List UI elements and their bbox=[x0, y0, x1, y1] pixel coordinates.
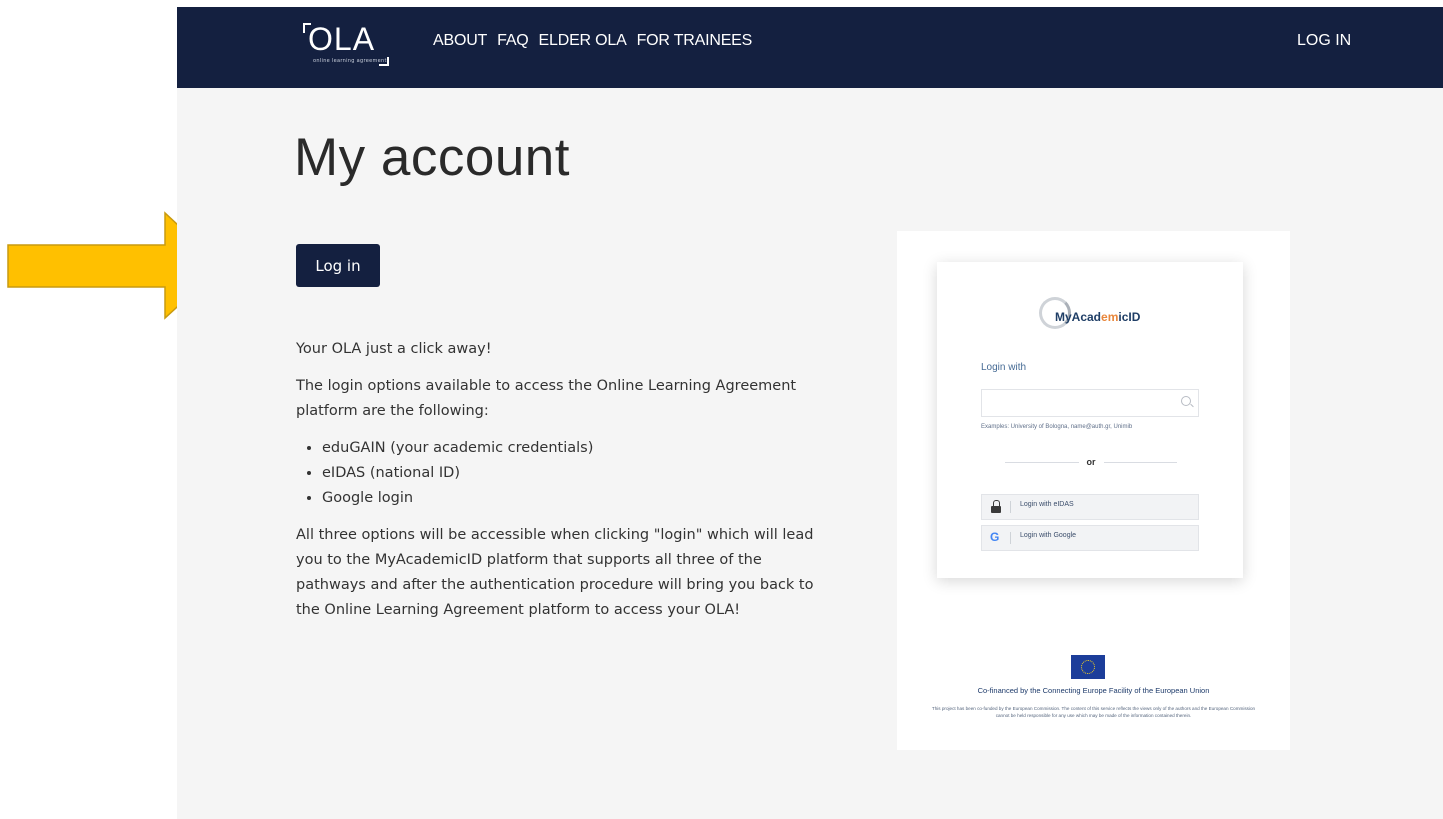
google-label: Login with Google bbox=[1020, 532, 1077, 539]
closing-text: All three options will be accessible whe… bbox=[296, 527, 814, 618]
or-divider: or bbox=[1005, 456, 1177, 468]
brand-accent: em bbox=[1101, 310, 1119, 324]
options-intro-text: The login options available to access th… bbox=[296, 378, 797, 419]
list-item: eIDAS (national ID) bbox=[322, 461, 816, 486]
nav-login-link[interactable]: LOG IN bbox=[1297, 32, 1351, 50]
list-item: Google login bbox=[322, 486, 816, 511]
eidas-label: Login with eIDAS bbox=[1020, 501, 1074, 508]
lock-icon bbox=[990, 500, 1002, 513]
navbar: OLA online learning agreement ABOUT FAQ … bbox=[177, 7, 1443, 88]
logo-text: OLA bbox=[308, 21, 376, 57]
search-examples: Examples: University of Bologna, name@au… bbox=[981, 424, 1133, 430]
divider-line bbox=[1103, 461, 1177, 463]
nav-link-for-trainees[interactable]: FOR TRAINEES bbox=[637, 32, 753, 50]
lock-body bbox=[991, 506, 1001, 513]
disclaimer-text: This project has been co-funded by the E… bbox=[931, 706, 1256, 718]
login-options-list: eduGAIN (your academic credentials) eIDA… bbox=[296, 436, 816, 511]
divider-line bbox=[1005, 461, 1079, 463]
nav-link-about[interactable]: ABOUT bbox=[433, 32, 487, 50]
logo-tagline: online learning agreement bbox=[313, 58, 387, 64]
nav-link-faq[interactable]: FAQ bbox=[497, 32, 529, 50]
brand-prefix: MyAcad bbox=[1055, 310, 1102, 324]
cofinanced-text: Co-financed by the Connecting Europe Fac… bbox=[977, 686, 1210, 695]
search-icon bbox=[1181, 396, 1191, 406]
separator bbox=[1010, 501, 1011, 513]
or-label: or bbox=[1086, 457, 1096, 467]
page-title: My account bbox=[294, 128, 571, 187]
intro-text: Your OLA just a click away! bbox=[296, 341, 492, 357]
login-with-label: Login with bbox=[981, 362, 1027, 373]
eu-stars bbox=[1081, 660, 1095, 674]
myacademicid-wordmark: MyAcademicID bbox=[1055, 310, 1140, 324]
login-card-preview: MyAcademicID Login with Examples: Univer… bbox=[937, 262, 1243, 578]
list-item: eduGAIN (your academic credentials) bbox=[322, 436, 816, 461]
login-google-button-preview: G Login with Google bbox=[981, 525, 1199, 551]
logo-bracket bbox=[379, 57, 389, 66]
login-eidas-button-preview: Login with eIDAS bbox=[981, 494, 1199, 520]
myacademicid-preview-image: MyAcademicID Login with Examples: Univer… bbox=[897, 231, 1290, 750]
nav-links: ABOUT FAQ ELDER OLA FOR TRAINEES bbox=[433, 32, 752, 50]
eu-flag-icon bbox=[1071, 655, 1105, 679]
page-frame: OLA online learning agreement ABOUT FAQ … bbox=[177, 7, 1443, 819]
brand-suffix: icID bbox=[1118, 310, 1141, 324]
login-info: Your OLA just a click away! The login op… bbox=[296, 337, 816, 635]
ola-logo[interactable]: OLA online learning agreement bbox=[303, 21, 393, 71]
login-button[interactable]: Log in bbox=[296, 244, 380, 287]
institution-search-input bbox=[981, 389, 1199, 417]
google-icon: G bbox=[990, 530, 1000, 544]
nav-link-elder-ola[interactable]: ELDER OLA bbox=[539, 32, 627, 50]
myacademicid-logo: MyAcademicID bbox=[1033, 297, 1163, 333]
separator bbox=[1010, 532, 1011, 544]
